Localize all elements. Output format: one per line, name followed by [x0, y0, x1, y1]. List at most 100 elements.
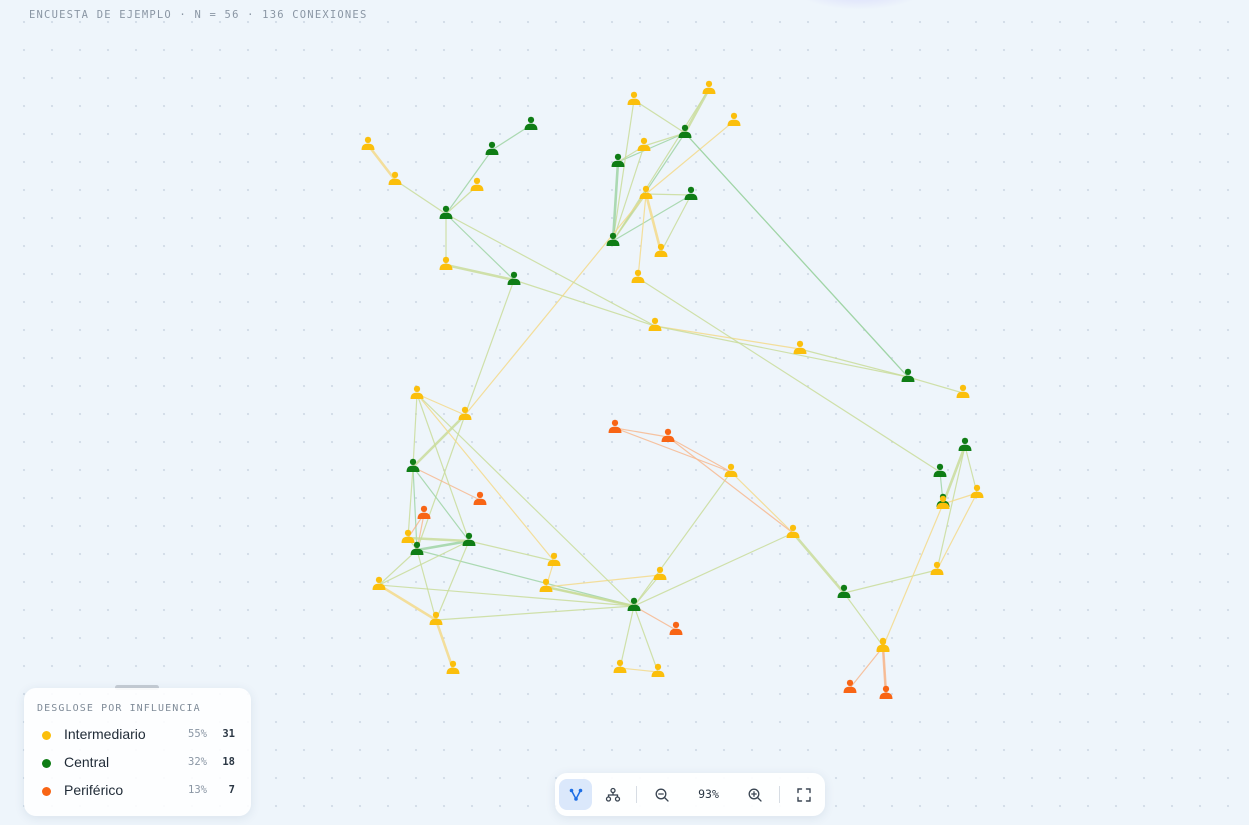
- zoom-out-icon: [655, 788, 669, 802]
- network-edge: [416, 393, 635, 607]
- network-edge: [614, 427, 732, 473]
- network-edge: [612, 88, 710, 242]
- network-edge: [843, 569, 938, 594]
- network-edge: [791, 531, 846, 595]
- network-edge: [612, 193, 647, 242]
- legend-item-central[interactable]: Central 32% 18: [24, 753, 251, 773]
- person-icon[interactable]: [684, 186, 698, 200]
- network-edge: [394, 179, 447, 215]
- fullscreen-icon: [796, 787, 811, 802]
- network-edge: [633, 99, 686, 134]
- network-edge: [444, 263, 516, 282]
- person-icon[interactable]: [669, 621, 683, 635]
- network-edge: [406, 536, 471, 543]
- network-edge: [654, 325, 909, 378]
- network-edge: [445, 213, 656, 327]
- person-icon[interactable]: [417, 505, 431, 519]
- periferico-dot-icon: [42, 787, 51, 796]
- network-edge: [849, 646, 884, 689]
- influence-legend: DESGLOSE POR INFLUENCIA Intermediario 55…: [24, 688, 251, 816]
- zoom-in-button[interactable]: [738, 779, 771, 810]
- hierarchy-view-button[interactable]: [596, 779, 629, 810]
- network-edge: [415, 539, 471, 552]
- fullscreen-button[interactable]: [787, 779, 820, 810]
- network-edge: [545, 574, 661, 588]
- person-icon[interactable]: [524, 116, 538, 130]
- legend-count: 31: [222, 728, 235, 740]
- graph-toolbar: 93%: [555, 773, 825, 816]
- legend-item-intermediario[interactable]: Intermediario 55% 31: [24, 725, 251, 745]
- network-edge: [667, 436, 732, 473]
- network-edge: [407, 466, 414, 539]
- network-edge: [412, 466, 481, 501]
- network-edge: [643, 132, 686, 147]
- toolbar-divider: [779, 786, 780, 803]
- network-edge: [799, 348, 909, 378]
- person-icon[interactable]: [702, 80, 716, 94]
- network-edge: [464, 279, 515, 416]
- legend-count: 18: [222, 756, 235, 768]
- network-edge: [882, 503, 944, 648]
- network-edge: [633, 471, 732, 607]
- network-edge: [612, 145, 645, 242]
- network-edge: [416, 393, 466, 416]
- person-icon[interactable]: [653, 566, 667, 580]
- edge-layer: [366, 87, 978, 696]
- network-edge: [644, 192, 663, 254]
- legend-title: DESGLOSE POR INFLUENCIA: [37, 703, 201, 714]
- network-edge: [614, 427, 669, 438]
- person-icon[interactable]: [361, 136, 375, 150]
- network-edge: [843, 592, 884, 647]
- network-edge: [667, 436, 794, 534]
- intermediario-dot-icon: [42, 731, 51, 740]
- network-view-button[interactable]: [559, 779, 592, 810]
- zoom-out-button[interactable]: [645, 779, 678, 810]
- network-edge: [654, 325, 801, 350]
- toolbar-divider: [636, 786, 637, 803]
- person-icon[interactable]: [933, 463, 947, 477]
- network-edge: [445, 149, 493, 215]
- network-edge: [645, 120, 735, 195]
- network-edge: [416, 393, 555, 562]
- network-edge: [684, 132, 909, 378]
- person-icon[interactable]: [661, 428, 675, 442]
- network-graph-icon: [569, 788, 582, 801]
- person-icon[interactable]: [727, 112, 741, 126]
- network-edge: [464, 193, 647, 416]
- network-edge: [435, 540, 470, 621]
- network-edge: [366, 143, 397, 182]
- zoom-in-icon: [748, 788, 762, 802]
- person-icon[interactable]: [793, 340, 807, 354]
- network-edge: [412, 393, 418, 468]
- zoom-level-readout: 93%: [698, 787, 719, 801]
- legend-count: 7: [228, 784, 235, 796]
- network-edge: [513, 279, 656, 327]
- network-edge: [435, 605, 635, 621]
- hierarchy-tree-icon: [605, 787, 620, 802]
- legend-percent: 13%: [188, 784, 207, 796]
- network-edge: [378, 549, 418, 586]
- central-dot-icon: [42, 759, 51, 768]
- person-icon[interactable]: [470, 177, 484, 191]
- person-icon[interactable]: [410, 385, 424, 399]
- legend-label: Central: [64, 754, 110, 770]
- legend-percent: 32%: [188, 756, 207, 768]
- network-edge: [411, 413, 467, 469]
- legend-label: Periférico: [64, 782, 124, 798]
- person-icon[interactable]: [608, 419, 622, 433]
- network-edge: [645, 193, 692, 196]
- network-edge: [434, 618, 455, 671]
- person-icon[interactable]: [627, 91, 641, 105]
- person-icon[interactable]: [958, 437, 972, 451]
- network-edge: [445, 213, 515, 281]
- network-edge: [378, 584, 635, 607]
- node-layer[interactable]: [361, 80, 984, 699]
- person-icon[interactable]: [485, 141, 499, 155]
- network-edge: [468, 540, 555, 562]
- legend-percent: 55%: [188, 728, 207, 740]
- network-edge: [730, 471, 794, 534]
- network-edge: [545, 586, 635, 607]
- person-icon[interactable]: [786, 524, 800, 538]
- legend-item-periferico[interactable]: Periférico 13% 7: [24, 781, 251, 801]
- network-edge: [637, 193, 647, 279]
